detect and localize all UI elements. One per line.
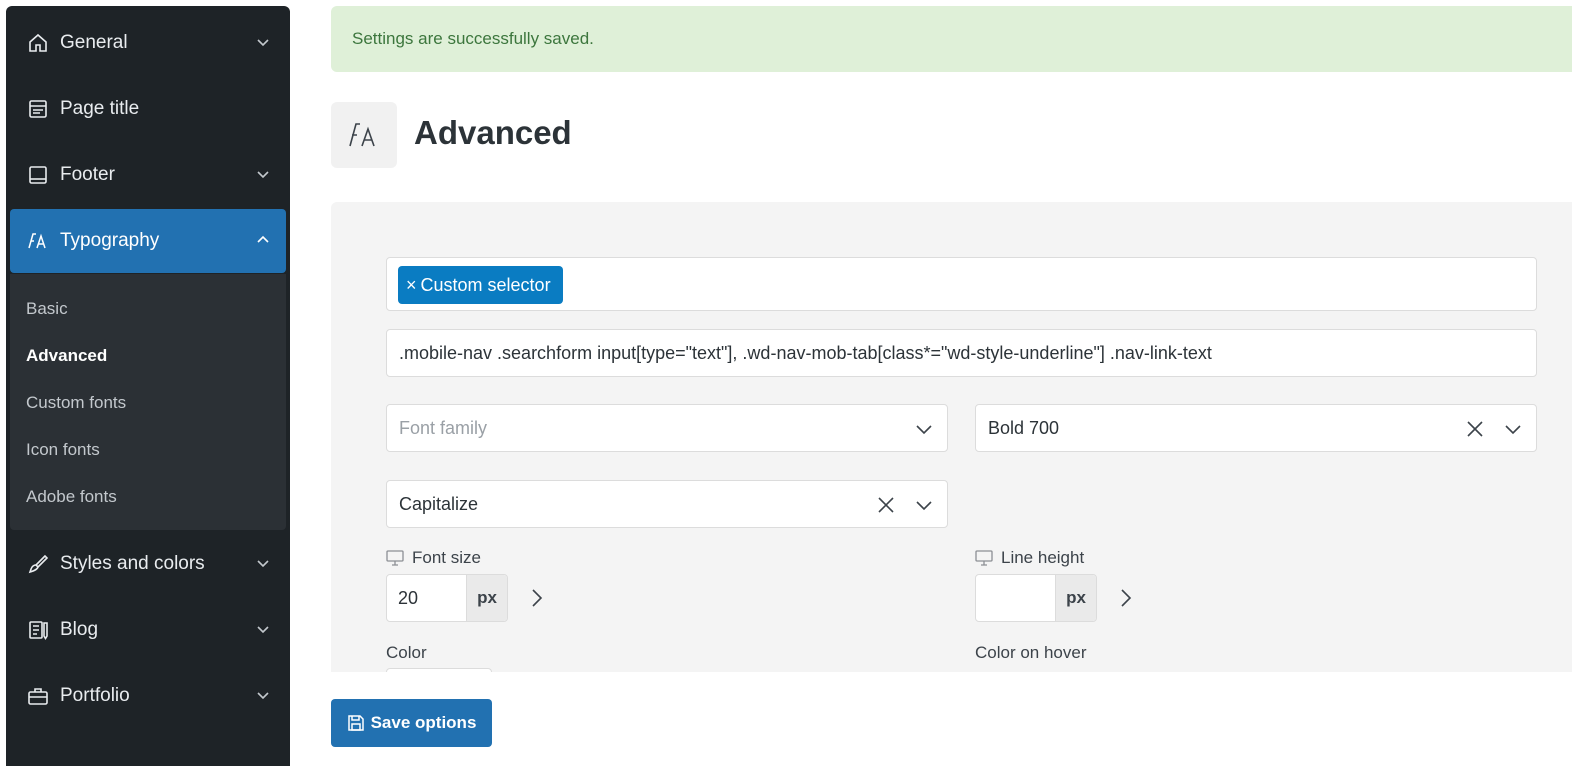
font-size-input[interactable]: 20 px bbox=[386, 574, 508, 622]
submenu-item-advanced[interactable]: Advanced bbox=[26, 346, 107, 366]
sidebar-item-page-title[interactable]: Page title bbox=[10, 77, 286, 141]
font-weight-value: Bold 700 bbox=[988, 418, 1060, 438]
font-size-label-text: Font size bbox=[412, 548, 481, 567]
color-label: Color bbox=[386, 643, 427, 662]
sidebar-item-general[interactable]: General bbox=[10, 11, 286, 75]
chevron-down-icon bbox=[257, 626, 269, 634]
chevron-down-icon bbox=[257, 39, 269, 47]
line-height-label: Line height bbox=[975, 548, 1084, 568]
typography-submenu: Basic Advanced Custom fonts Icon fonts A… bbox=[10, 274, 286, 530]
chevron-down-icon[interactable] bbox=[1503, 419, 1523, 439]
chevron-down-icon[interactable] bbox=[914, 495, 934, 515]
sidebar-item-label: Page title bbox=[60, 98, 140, 119]
sidebar-item-styles-and-colors[interactable]: Styles and colors bbox=[10, 532, 286, 596]
home-icon bbox=[26, 31, 50, 55]
success-notice: Settings are successfully saved. bbox=[331, 6, 1572, 72]
typography-icon bbox=[331, 102, 397, 168]
brush-icon bbox=[26, 552, 50, 576]
save-icon bbox=[347, 715, 364, 731]
settings-panel: × Custom selector .mobile-nav .searchfor… bbox=[331, 202, 1572, 672]
footer-icon bbox=[26, 163, 50, 187]
desktop-icon bbox=[975, 550, 993, 566]
typography-icon bbox=[26, 229, 50, 253]
sidebar-item-typography[interactable]: Typography bbox=[10, 209, 286, 273]
clear-icon[interactable] bbox=[1465, 419, 1485, 439]
submenu-item-icon-fonts[interactable]: Icon fonts bbox=[26, 440, 100, 460]
chevron-down-icon bbox=[257, 171, 269, 179]
font-size-value[interactable]: 20 bbox=[387, 575, 466, 621]
custom-selector-input[interactable]: .mobile-nav .searchform input[type="text… bbox=[386, 329, 1537, 377]
sidebar-item-footer[interactable]: Footer bbox=[10, 143, 286, 207]
selector-tag-label: Custom selector bbox=[420, 274, 551, 295]
font-size-label: Font size bbox=[386, 548, 481, 568]
line-height-value[interactable] bbox=[976, 575, 1055, 621]
font-weight-select[interactable]: Bold 700 bbox=[975, 404, 1537, 452]
page-title: Advanced bbox=[414, 114, 572, 151]
selector-tags-field[interactable]: × Custom selector bbox=[386, 257, 1537, 311]
line-height-label-text: Line height bbox=[1001, 548, 1085, 567]
submenu-item-adobe-fonts[interactable]: Adobe fonts bbox=[26, 487, 117, 507]
page-title-icon bbox=[26, 97, 50, 121]
save-button-label: Save options bbox=[370, 713, 477, 732]
sidebar-item-portfolio[interactable]: Portfolio bbox=[10, 664, 286, 728]
sidebar-item-label: Footer bbox=[60, 164, 115, 185]
sidebar-item-label: Blog bbox=[60, 619, 99, 640]
clear-icon[interactable] bbox=[876, 495, 896, 515]
custom-selector-value: .mobile-nav .searchform input[type="text… bbox=[399, 343, 1212, 363]
chevron-down-icon[interactable] bbox=[914, 419, 934, 439]
chevron-down-icon bbox=[257, 692, 269, 700]
chevron-right-icon[interactable] bbox=[528, 587, 546, 609]
line-height-unit[interactable]: px bbox=[1055, 575, 1096, 621]
blog-icon bbox=[26, 618, 50, 642]
sidebar: General Page title Footer Typography Bas… bbox=[6, 6, 290, 766]
chevron-down-icon bbox=[257, 560, 269, 568]
sidebar-item-label: General bbox=[60, 32, 128, 53]
sidebar-item-label: Typography bbox=[60, 230, 160, 251]
notice-text: Settings are successfully saved. bbox=[352, 29, 594, 48]
save-options-button[interactable]: Save options bbox=[331, 699, 492, 747]
font-family-select[interactable]: Font family bbox=[386, 404, 948, 452]
chevron-right-icon[interactable] bbox=[1117, 587, 1135, 609]
sidebar-item-label: Styles and colors bbox=[60, 553, 205, 574]
submenu-item-basic[interactable]: Basic bbox=[26, 299, 68, 319]
color-hover-label: Color on hover bbox=[975, 643, 1087, 662]
remove-tag-icon[interactable]: × bbox=[406, 275, 417, 296]
font-size-unit[interactable]: px bbox=[466, 575, 507, 621]
sidebar-item-blog[interactable]: Blog bbox=[10, 598, 286, 662]
chevron-up-icon bbox=[257, 235, 269, 243]
line-height-input[interactable]: px bbox=[975, 574, 1097, 622]
font-family-placeholder: Font family bbox=[399, 418, 488, 438]
sidebar-item-label: Portfolio bbox=[60, 685, 130, 706]
color-picker[interactable] bbox=[386, 668, 492, 672]
briefcase-icon bbox=[26, 684, 50, 708]
text-transform-value: Capitalize bbox=[399, 494, 479, 514]
desktop-icon bbox=[386, 550, 404, 566]
text-transform-select[interactable]: Capitalize bbox=[386, 480, 948, 528]
submenu-item-custom-fonts[interactable]: Custom fonts bbox=[26, 393, 126, 413]
selector-tag[interactable]: × Custom selector bbox=[398, 266, 563, 304]
